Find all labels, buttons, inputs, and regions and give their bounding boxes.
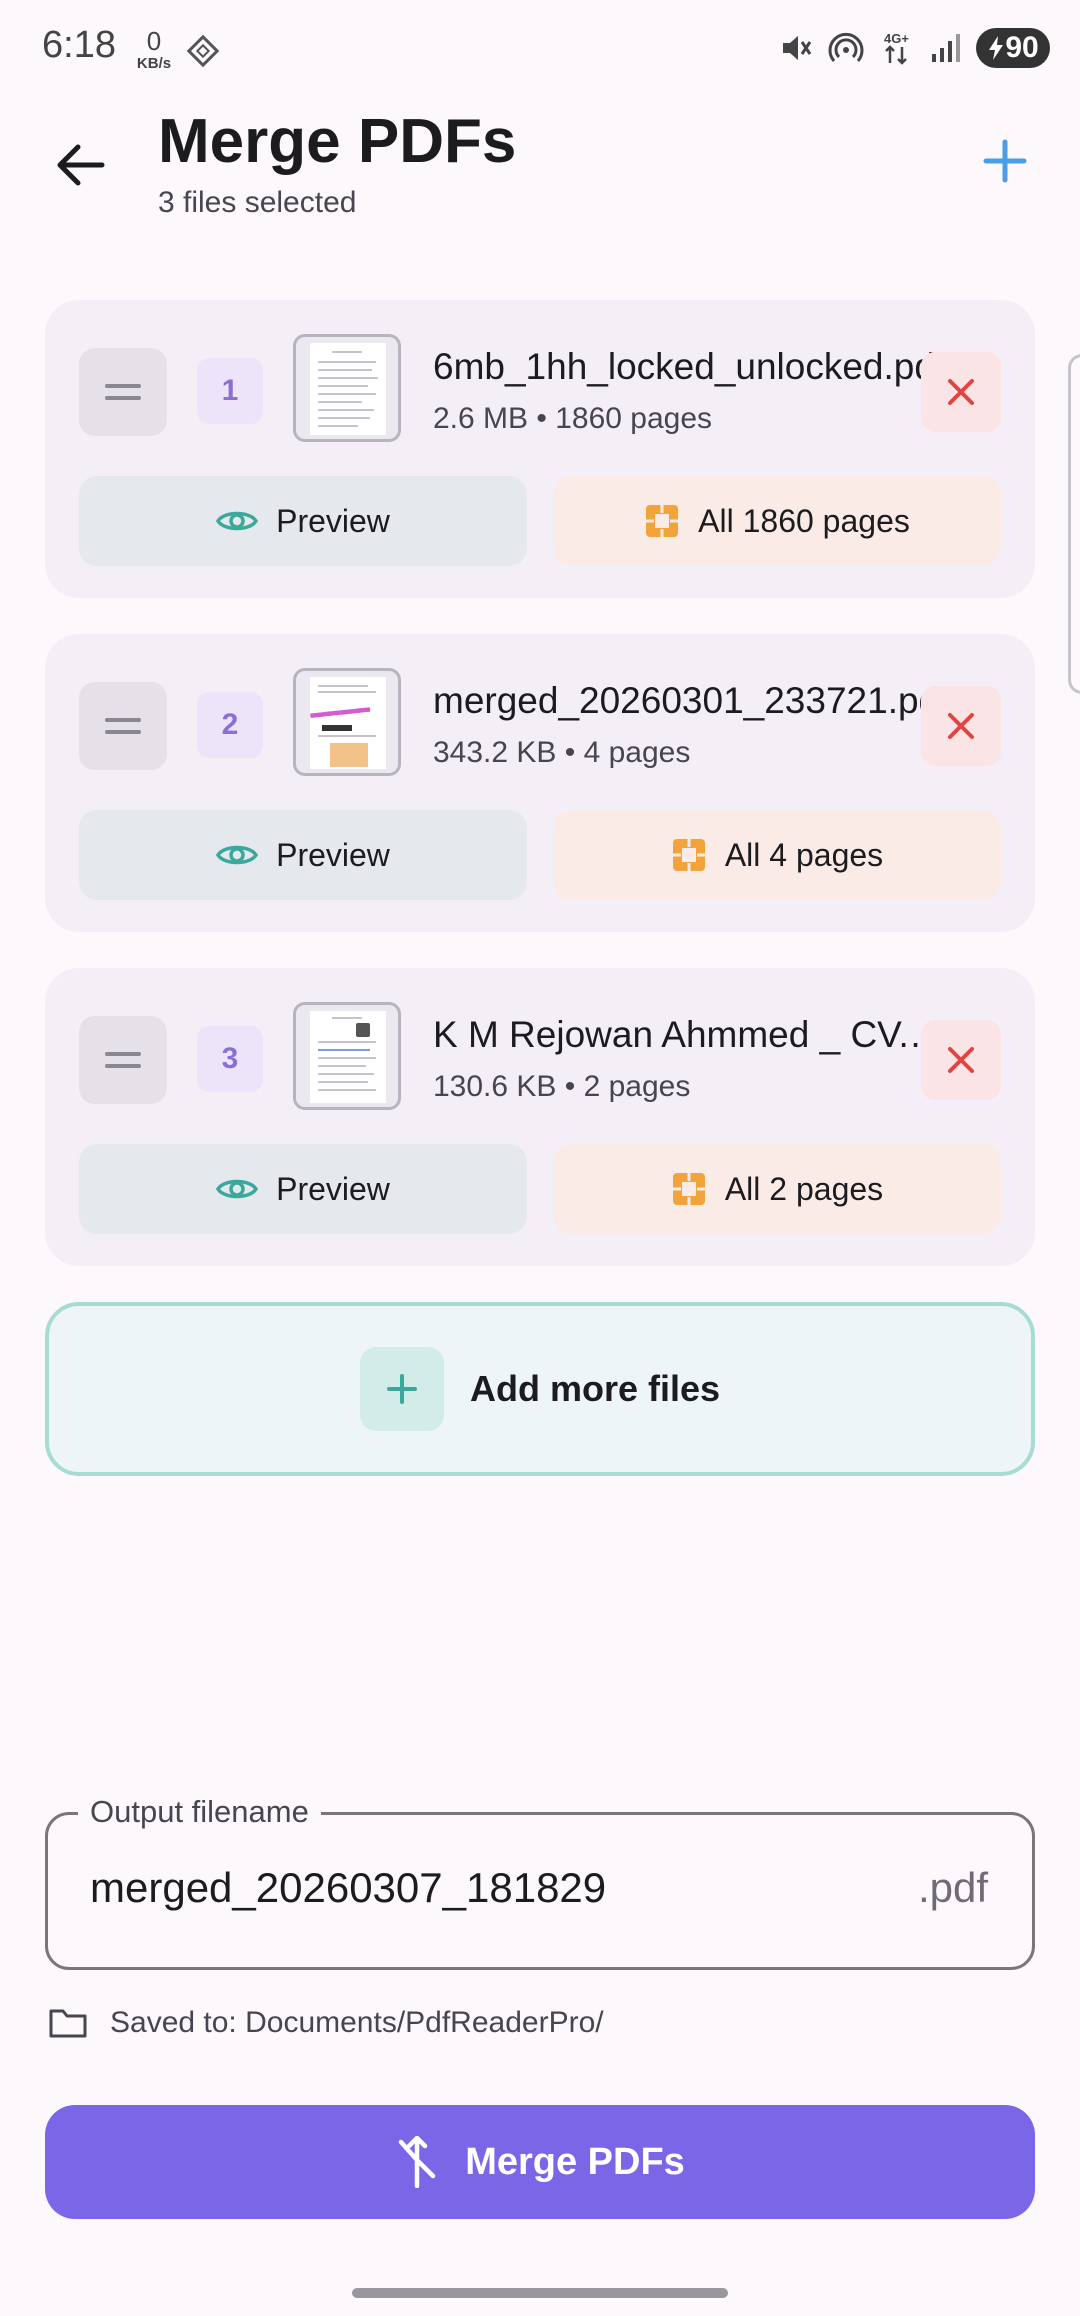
add-files-plus-icon[interactable] (980, 136, 1030, 186)
remove-file-button[interactable] (921, 1020, 1001, 1100)
plus-icon-box (359, 1347, 444, 1431)
file-card: 2 ▬▬▬▬ merged_20260301_233721.pdf 343.2 … (45, 634, 1035, 932)
file-card: 3 K M Rejowan Ahmmed _ CV.pdf 130.6 KB •… (45, 968, 1035, 1266)
drag-handle-icon[interactable] (79, 1016, 167, 1104)
remove-file-button[interactable] (921, 352, 1001, 432)
file-thumbnail (293, 334, 401, 442)
files-selected-count: 3 files selected (158, 186, 357, 219)
signal-icon (932, 34, 960, 62)
file-size-pages: 343.2 KB • 4 pages (433, 736, 691, 769)
file-card: 1 6mb_1hh_locked_unlocked.pdf 2.6 MB • 1… (45, 300, 1035, 598)
file-order-number: 3 (197, 1026, 263, 1092)
page-selection-button[interactable]: All 1860 pages (553, 476, 1001, 566)
home-indicator[interactable] (352, 2288, 728, 2298)
pages-label: All 2 pages (724, 1170, 884, 1207)
battery-indicator: 90 (976, 28, 1050, 68)
file-size-pages: 2.6 MB • 1860 pages (433, 402, 713, 435)
add-more-files-label: Add more files (469, 1368, 721, 1409)
file-name: 6mb_1hh_locked_unlocked.pdf (433, 346, 946, 387)
folder-icon (49, 2009, 87, 2038)
file-order-number: 1 (197, 358, 263, 424)
add-more-files-button[interactable]: Add more files (45, 1302, 1035, 1476)
merge-icon (398, 2136, 436, 2188)
pages-select-icon (672, 1173, 705, 1205)
svg-text:4G+: 4G+ (884, 31, 909, 46)
save-location: Saved to: Documents/PdfReaderPro/ (48, 2006, 604, 2040)
pages-select-icon (672, 839, 705, 871)
output-file-extension: .pdf (917, 1864, 988, 1911)
remove-file-button[interactable] (921, 686, 1001, 766)
network-speed-value: 0 (146, 26, 162, 56)
page-selection-button[interactable]: All 4 pages (553, 810, 1001, 900)
mute-icon (783, 36, 812, 60)
back-arrow-icon[interactable] (50, 140, 110, 190)
file-thumbnail (293, 1002, 401, 1110)
file-name: merged_20260301_233721.pdf (433, 680, 950, 721)
eye-icon (216, 1179, 259, 1199)
pages-label: All 4 pages (724, 836, 884, 873)
eye-icon (216, 511, 259, 531)
preview-button[interactable]: Preview (79, 810, 527, 900)
close-icon (948, 1047, 974, 1073)
eye-icon (216, 845, 259, 865)
pages-label: All 1860 pages (698, 502, 910, 539)
watermark-image: ▬▬▬▬ (309, 698, 371, 722)
pages-select-icon (646, 505, 679, 537)
drag-handle-icon[interactable] (79, 348, 167, 436)
merge-pdfs-button[interactable]: Merge PDFs (45, 2105, 1035, 2219)
4g-icon: 4G+ (884, 31, 909, 65)
output-filename-input[interactable]: merged_20260307_181829 (90, 1864, 606, 1912)
close-icon (948, 379, 974, 405)
merge-pdfs-label: Merge PDFs (465, 2140, 685, 2183)
file-order-number: 2 (197, 692, 263, 758)
file-thumbnail: ▬▬▬▬ (293, 668, 401, 776)
preview-label: Preview (276, 502, 390, 539)
output-filename-label: Output filename (78, 1794, 321, 1830)
preview-label: Preview (276, 1170, 390, 1207)
network-speed-unit: KB/s (136, 55, 172, 72)
app-notification-icon (186, 34, 220, 68)
preview-button[interactable]: Preview (79, 476, 527, 566)
page-selection-button[interactable]: All 2 pages (553, 1144, 1001, 1234)
scroll-indicator (1068, 354, 1080, 694)
hotspot-icon (828, 32, 864, 62)
charging-bolt-icon (989, 36, 1004, 60)
close-icon (948, 713, 974, 739)
plus-icon (386, 1374, 417, 1404)
drag-handle-icon[interactable] (79, 682, 167, 770)
page-title: Merge PDFs (158, 107, 517, 176)
preview-label: Preview (276, 836, 390, 873)
status-icons: 4G+ 90 (778, 28, 1050, 68)
save-location-text: Saved to: Documents/PdfReaderPro/ (110, 2006, 604, 2039)
file-size-pages: 130.6 KB • 2 pages (433, 1070, 691, 1103)
file-name: K M Rejowan Ahmmed _ CV.pdf (433, 1014, 953, 1055)
network-speed: 0 KB/s (132, 28, 176, 71)
battery-level: 90 (1005, 31, 1039, 64)
status-time: 6:18 (42, 24, 116, 66)
preview-button[interactable]: Preview (79, 1144, 527, 1234)
